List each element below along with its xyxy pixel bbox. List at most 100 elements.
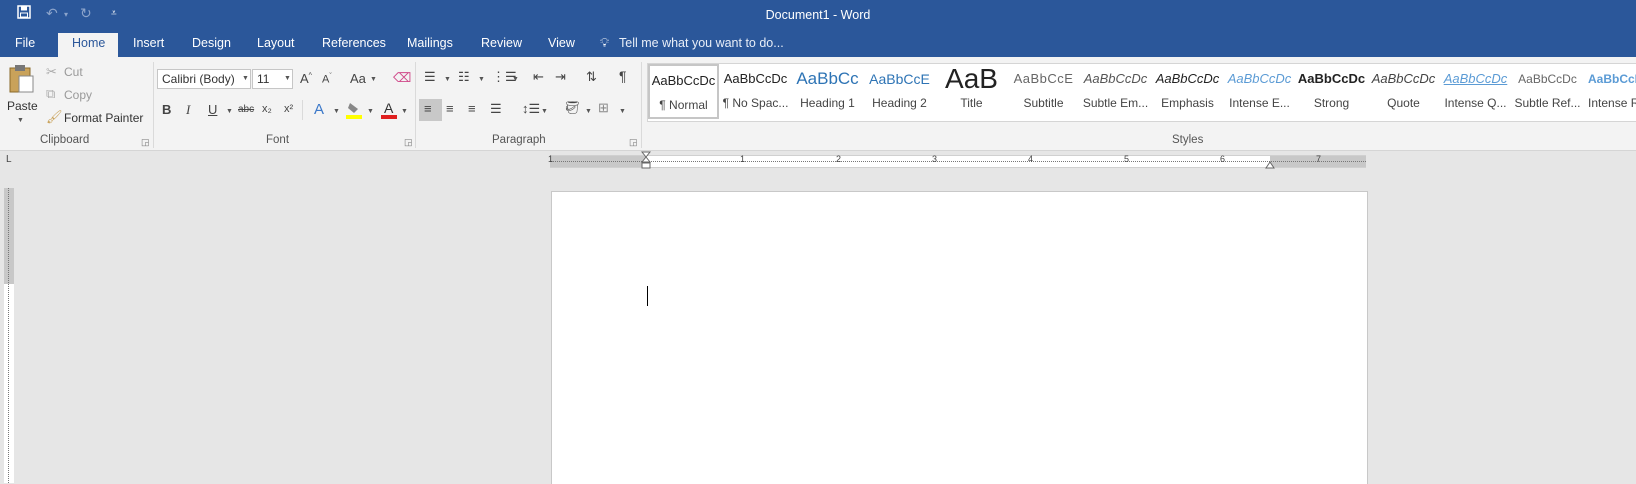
- underline-button[interactable]: U: [208, 102, 217, 117]
- tab-insert[interactable]: Insert: [133, 36, 164, 50]
- tab-view[interactable]: View: [548, 36, 575, 50]
- align-left-icon[interactable]: ≡: [424, 101, 432, 116]
- paste-icon[interactable]: [7, 64, 35, 97]
- tab-selector[interactable]: L: [6, 154, 12, 165]
- style-heading-1[interactable]: AaBbCc Heading 1: [792, 64, 863, 119]
- text-effects-icon[interactable]: A: [314, 101, 324, 118]
- ruler-number: 5: [1124, 154, 1130, 164]
- document-page[interactable]: [551, 191, 1368, 484]
- clipboard-launcher-icon[interactable]: ◲: [141, 137, 150, 148]
- vertical-ruler[interactable]: [4, 188, 14, 483]
- highlight-dropdown-icon[interactable]: ▼: [367, 108, 374, 115]
- paste-button[interactable]: Paste: [7, 99, 38, 113]
- decrease-indent-icon[interactable]: ⇤: [533, 69, 544, 85]
- multilevel-list-dropdown-icon[interactable]: ▼: [512, 76, 519, 83]
- ruler-number: 2: [836, 154, 842, 164]
- tab-references[interactable]: References: [322, 36, 386, 50]
- cut-button[interactable]: Cut: [64, 65, 83, 79]
- underline-dropdown-icon[interactable]: ▼: [226, 108, 233, 115]
- bullets-icon[interactable]: ☰: [424, 69, 436, 85]
- tab-review[interactable]: Review: [481, 36, 522, 50]
- grow-font-icon[interactable]: A^: [300, 71, 312, 86]
- change-case-dropdown-icon[interactable]: ▼: [370, 76, 377, 83]
- undo-dropdown-icon[interactable]: ▾: [64, 10, 68, 19]
- justify-icon[interactable]: ☰: [490, 101, 502, 117]
- tab-file[interactable]: File: [15, 36, 35, 50]
- customize-qat-icon[interactable]: ⩡: [111, 8, 117, 19]
- style-intense-emphasis[interactable]: AaBbCcDc Intense E...: [1224, 64, 1295, 119]
- bold-button[interactable]: B: [162, 102, 171, 117]
- show-hide-button[interactable]: ¶: [619, 68, 627, 84]
- font-family-combo[interactable]: Calibri (Body): [157, 69, 251, 89]
- style-no-spacing[interactable]: AaBbCcDc ¶ No Spac...: [720, 64, 791, 119]
- subscript-button[interactable]: x₂: [262, 103, 272, 115]
- highlight-icon[interactable]: [346, 101, 362, 122]
- ruler-number: 7: [1316, 154, 1322, 164]
- increase-indent-icon[interactable]: ⇥: [555, 69, 566, 85]
- style-quote[interactable]: AaBbCcDc Quote: [1368, 64, 1439, 119]
- style-subtitle[interactable]: AaBbCcE Subtitle: [1008, 64, 1079, 119]
- style-label: Strong: [1313, 96, 1350, 110]
- style-sample: AaBbCcDc: [1297, 71, 1366, 86]
- style-sample: AaBbCcDc: [1443, 71, 1508, 86]
- style-strong[interactable]: AaBbCcDc Strong: [1296, 64, 1367, 119]
- borders-dropdown-icon[interactable]: ▼: [619, 108, 626, 115]
- right-indent-marker-icon[interactable]: [1265, 158, 1275, 172]
- strikethrough-button[interactable]: abc: [238, 104, 254, 115]
- indent-marker-icon[interactable]: [640, 151, 652, 176]
- font-family-dropdown-icon[interactable]: ▼: [242, 75, 249, 82]
- sort-icon[interactable]: ⇅: [586, 69, 597, 85]
- shading-icon[interactable]: 🪣︎: [564, 100, 581, 116]
- style-label: Subtitle: [1023, 96, 1064, 110]
- bullets-dropdown-icon[interactable]: ▼: [444, 76, 451, 83]
- horizontal-ruler[interactable]: [550, 155, 1366, 168]
- tab-home[interactable]: Home: [72, 36, 105, 50]
- style-label: Quote: [1387, 96, 1420, 110]
- title-bar: Document1 - Word: [0, 0, 1636, 31]
- font-group-label: Font: [266, 134, 290, 146]
- italic-button[interactable]: I: [186, 102, 190, 118]
- superscript-button[interactable]: x²: [284, 103, 293, 115]
- style-sample: AaBbCcDc: [723, 71, 788, 86]
- style-emphasis[interactable]: AaBbCcDc Emphasis: [1152, 64, 1223, 119]
- undo-icon[interactable]: ↶: [46, 5, 58, 22]
- numbering-icon[interactable]: ☷: [458, 69, 470, 85]
- tab-mailings[interactable]: Mailings: [407, 36, 453, 50]
- style-sample: AaBbCcDc: [1588, 72, 1636, 86]
- tab-layout[interactable]: Layout: [257, 36, 295, 50]
- text-effects-dropdown-icon[interactable]: ▼: [333, 108, 340, 115]
- style-heading-2[interactable]: AaBbCcE Heading 2: [864, 64, 935, 119]
- style-intense-quote[interactable]: AaBbCcDc Intense Q...: [1440, 64, 1511, 119]
- font-color-dropdown-icon[interactable]: ▼: [401, 108, 408, 115]
- font-divider: [302, 100, 303, 120]
- tell-me-search[interactable]: Tell me what you want to do...: [619, 36, 784, 50]
- style-subtle-emphasis[interactable]: AaBbCcDc Subtle Em...: [1080, 64, 1151, 119]
- font-size-dropdown-icon[interactable]: ▼: [284, 75, 291, 82]
- paragraph-launcher-icon[interactable]: ◲: [629, 137, 638, 148]
- style-subtle-reference[interactable]: AaBbCcDc Subtle Ref...: [1512, 64, 1583, 119]
- align-right-icon[interactable]: ≡: [468, 101, 476, 116]
- font-launcher-icon[interactable]: ◲: [404, 137, 413, 148]
- line-spacing-icon[interactable]: ↕☰: [522, 101, 540, 117]
- tab-design[interactable]: Design: [192, 36, 231, 50]
- redo-icon[interactable]: ↻: [80, 5, 92, 22]
- clear-formatting-icon[interactable]: ⌫: [393, 70, 411, 86]
- format-painter-icon: 🖌︎: [46, 109, 63, 124]
- svg-text:A: A: [384, 100, 394, 116]
- copy-button[interactable]: Copy: [64, 88, 92, 102]
- numbering-dropdown-icon[interactable]: ▼: [478, 76, 485, 83]
- shading-dropdown-icon[interactable]: ▼: [585, 108, 592, 115]
- style-title[interactable]: AaB Title: [936, 64, 1007, 119]
- style-intense-reference[interactable]: AaBbCcDc Intense R: [1584, 64, 1636, 119]
- style-sample: AaBbCc: [796, 69, 859, 88]
- change-case-button[interactable]: Aa: [350, 71, 366, 86]
- borders-icon[interactable]: ⊞: [598, 100, 609, 116]
- save-icon[interactable]: [17, 5, 31, 22]
- line-spacing-dropdown-icon[interactable]: ▼: [541, 108, 548, 115]
- shrink-font-icon[interactable]: Aˇ: [322, 73, 332, 86]
- paste-dropdown-icon[interactable]: ▼: [17, 117, 24, 124]
- align-center-icon[interactable]: ≡: [446, 101, 454, 116]
- font-color-icon[interactable]: A: [381, 100, 397, 122]
- format-painter-button[interactable]: Format Painter: [64, 111, 143, 125]
- style-normal[interactable]: AaBbCcDc ¶ Normal: [648, 64, 719, 119]
